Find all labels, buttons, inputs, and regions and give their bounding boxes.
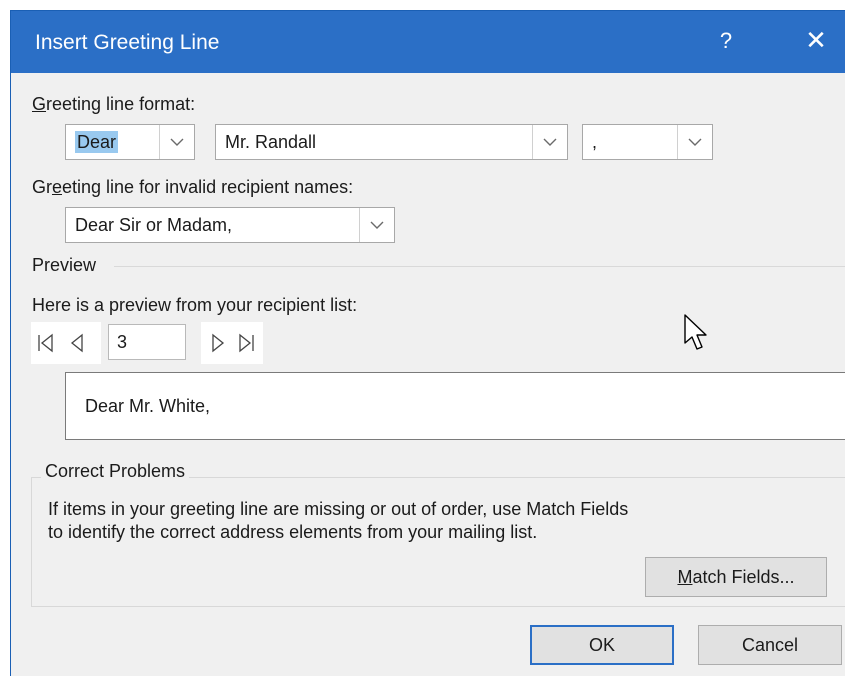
salutation-dropdown[interactable]: Dear [65,124,195,160]
background-top [0,0,845,10]
dialog-title: Insert Greeting Line [35,31,220,54]
punctuation-value: , [592,132,598,152]
last-record-icon[interactable] [235,332,257,354]
title-bar: Insert Greeting Line ? ✕ [11,11,845,73]
close-button[interactable]: ✕ [801,25,831,56]
mouse-cursor-icon [684,314,707,350]
chevron-down-icon[interactable] [532,125,567,159]
record-number-value: 3 [117,332,128,352]
chevron-down-icon[interactable] [159,125,194,159]
first-record-icon[interactable] [35,332,57,354]
preview-caption: Here is a preview from your recipient li… [32,295,358,315]
next-record-icon[interactable] [207,332,229,354]
chevron-down-icon[interactable] [359,208,394,242]
salutation-value: Dear [75,131,119,153]
nav-next-last-group [201,322,263,364]
invalid-names-value: Dear Sir or Madam, [75,215,233,235]
help-button[interactable]: ? [714,28,738,54]
preview-greeting-text: Dear Mr. White, [85,396,211,416]
correct-problems-title: Correct Problems [41,461,190,482]
correct-problems-text-line1: If items in your greeting line are missi… [48,499,629,519]
nav-first-prev-group [31,322,101,364]
punctuation-dropdown[interactable]: , [582,124,713,160]
preview-text-box: Dear Mr. White, [65,372,845,440]
background-left [0,0,10,676]
previous-record-icon[interactable] [66,332,88,354]
cancel-button[interactable]: Cancel [698,625,842,665]
invalid-names-dropdown[interactable]: Dear Sir or Madam, [65,207,395,243]
ok-button[interactable]: OK [530,625,674,665]
invalid-names-label: Greeting line for invalid recipient name… [32,177,354,197]
record-number-input[interactable]: 3 [108,324,186,360]
insert-greeting-line-dialog: Insert Greeting Line ? ✕ Greeting line f… [10,10,845,676]
greeting-format-label: Greeting line format: [32,94,196,114]
correct-problems-text-line2: to identify the correct address elements… [48,522,538,542]
chevron-down-icon[interactable] [677,125,712,159]
name-format-dropdown[interactable]: Mr. Randall [215,124,568,160]
match-fields-button[interactable]: Match Fields... [645,557,827,597]
name-format-value: Mr. Randall [225,132,317,152]
preview-divider [114,266,845,267]
preview-section-label: Preview [32,255,97,275]
